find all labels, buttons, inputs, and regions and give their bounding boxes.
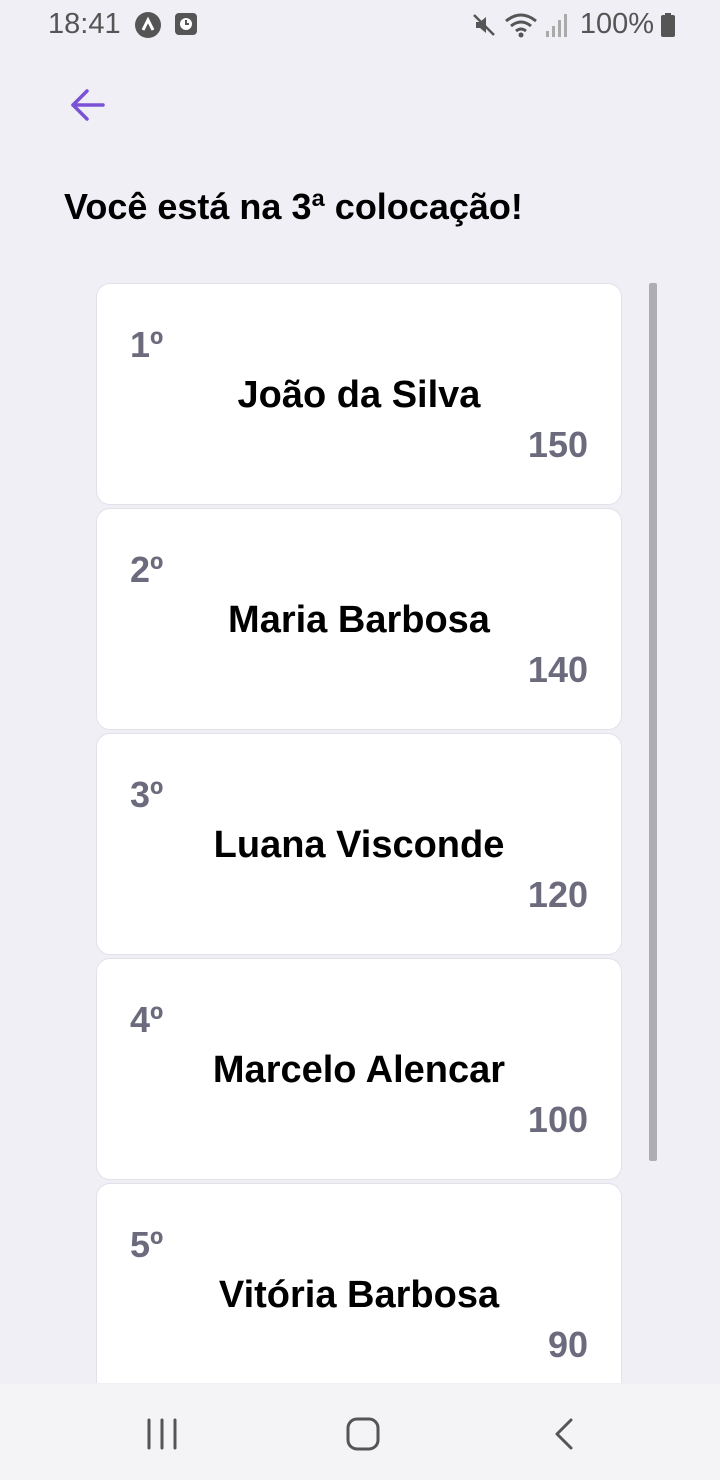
player-name: Maria Barbosa xyxy=(228,599,490,641)
ranking-card[interactable]: 5º Vitória Barbosa 90 xyxy=(96,1183,622,1383)
navigation-bar xyxy=(0,1384,720,1480)
status-right: 100% xyxy=(470,8,676,41)
ranking-card[interactable]: 3º Luana Visconde 120 xyxy=(96,733,622,955)
ranking-card[interactable]: 1º João da Silva 150 xyxy=(96,283,622,505)
status-time: 18:41 xyxy=(48,8,121,40)
player-name: Luana Visconde xyxy=(213,824,505,866)
ranking-card[interactable]: 2º Maria Barbosa 140 xyxy=(96,508,622,730)
recent-apps-button[interactable] xyxy=(132,1412,192,1456)
ranking-card[interactable]: 4º Marcelo Alencar 100 xyxy=(96,958,622,1180)
screen-record-icon xyxy=(174,12,200,38)
player-score: 90 xyxy=(547,1324,588,1365)
rank-position: 4º xyxy=(130,999,164,1040)
system-back-button[interactable] xyxy=(535,1412,595,1456)
rank-position: 5º xyxy=(130,1224,164,1265)
scrollbar[interactable] xyxy=(649,283,657,1161)
ranking-list[interactable]: 1º João da Silva 150 2º Maria Barbosa 14… xyxy=(96,283,624,1383)
arrow-left-icon xyxy=(71,89,105,121)
back-icon xyxy=(555,1418,573,1450)
player-score: 100 xyxy=(527,1099,588,1140)
rank-position: 1º xyxy=(130,324,164,365)
rank-position: 3º xyxy=(130,774,164,815)
back-button[interactable] xyxy=(62,80,112,130)
rank-position: 2º xyxy=(130,549,164,590)
recent-apps-icon xyxy=(147,1418,177,1450)
player-name: João da Silva xyxy=(237,374,481,416)
player-name: Marcelo Alencar xyxy=(212,1049,506,1091)
page-title: Você está na 3ª colocação! xyxy=(64,186,523,227)
mute-icon xyxy=(470,11,498,39)
home-icon xyxy=(346,1417,380,1451)
player-score: 120 xyxy=(527,874,588,915)
signal-icon xyxy=(544,11,570,39)
a-icon xyxy=(135,12,161,38)
status-bar: 18:41 100% xyxy=(0,0,720,52)
player-score: 140 xyxy=(527,649,588,690)
battery-icon xyxy=(660,11,676,39)
wifi-icon xyxy=(504,11,538,39)
player-name: Vitória Barbosa xyxy=(218,1274,500,1316)
player-score: 150 xyxy=(527,424,588,465)
home-button[interactable] xyxy=(333,1412,393,1456)
battery-percentage: 100% xyxy=(579,8,654,40)
